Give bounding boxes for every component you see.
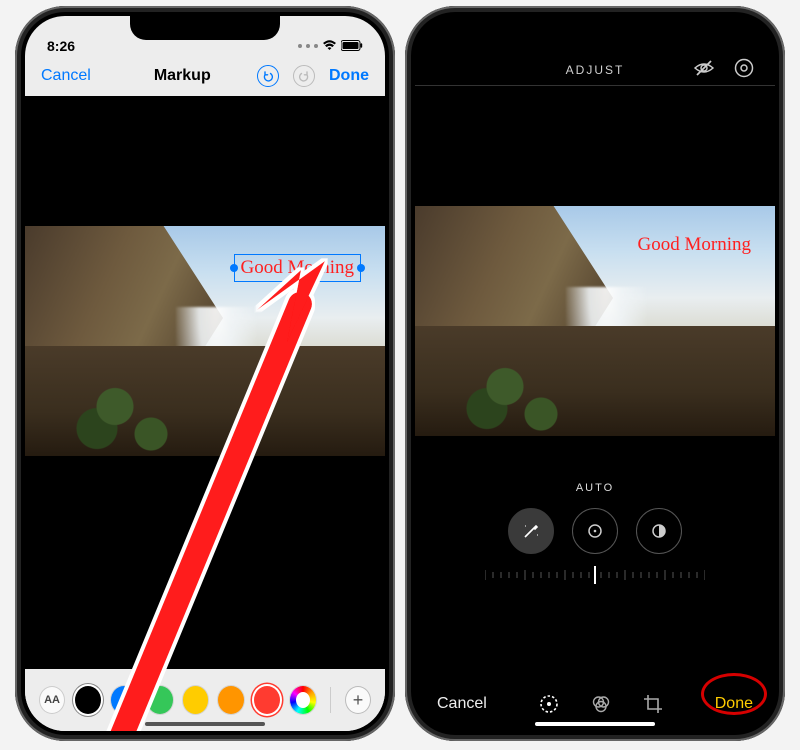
adjust-title: ADJUST	[566, 63, 625, 77]
color-swatch-green[interactable]	[147, 686, 173, 714]
visibility-toggle-icon[interactable]	[693, 57, 715, 79]
cancel-button[interactable]: Cancel	[41, 67, 91, 85]
color-swatch-yellow[interactable]	[183, 686, 209, 714]
done-button[interactable]: Done	[329, 67, 369, 85]
battery-icon	[341, 38, 363, 54]
cancel-button[interactable]: Cancel	[437, 695, 487, 713]
redo-button[interactable]	[293, 65, 315, 87]
home-indicator[interactable]	[145, 722, 265, 726]
text-annotation-box[interactable]: Good Morning	[234, 254, 361, 282]
resize-handle-right[interactable]	[357, 264, 365, 272]
markup-canvas[interactable]: Good Morning	[25, 96, 385, 669]
text-annotation-value: Good Morning	[638, 234, 751, 256]
adjust-tab-icon[interactable]	[536, 691, 562, 717]
notch	[130, 16, 280, 40]
phone-markup: 8:26 Cancel Markup	[15, 6, 395, 741]
brilliance-button[interactable]	[636, 508, 682, 554]
color-swatch-orange[interactable]	[218, 686, 244, 714]
toolbar-divider	[330, 687, 331, 713]
markup-navbar: Cancel Markup Done	[25, 56, 385, 96]
done-button[interactable]: Done	[715, 695, 753, 713]
status-time: 8:26	[47, 38, 75, 54]
markup-title: Markup	[154, 67, 211, 85]
undo-button[interactable]	[257, 65, 279, 87]
filters-tab-icon[interactable]	[588, 691, 614, 717]
text-style-button[interactable]: AA	[39, 686, 65, 714]
adjust-controls-row	[415, 508, 775, 554]
notch	[520, 16, 670, 40]
resize-handle-left[interactable]	[230, 264, 238, 272]
exposure-button[interactable]	[572, 508, 618, 554]
crop-tab-icon[interactable]	[640, 691, 666, 717]
adjust-bottombar: Cancel Done	[415, 691, 775, 717]
adjust-photo[interactable]: Good Morning	[415, 206, 775, 436]
info-icon[interactable]	[733, 57, 755, 79]
status-icons	[298, 38, 363, 54]
adjust-slider[interactable]	[455, 564, 735, 586]
auto-enhance-button[interactable]	[508, 508, 554, 554]
edited-photo[interactable]: Good Morning	[25, 226, 385, 456]
color-swatch-blue[interactable]	[111, 686, 137, 714]
text-annotation-value: Good Morning	[241, 257, 354, 278]
auto-label: AUTO	[415, 482, 775, 494]
color-swatch-black[interactable]	[75, 686, 101, 714]
add-annotation-button[interactable]: +	[345, 686, 371, 714]
screen-adjust: ADJUST Good Morning AUTO	[415, 16, 775, 731]
color-picker-button[interactable]	[290, 686, 316, 714]
home-indicator[interactable]	[535, 722, 655, 726]
wifi-icon	[322, 38, 337, 54]
color-swatch-red[interactable]	[254, 686, 280, 714]
screen-markup: 8:26 Cancel Markup	[25, 16, 385, 731]
phone-adjust: ADJUST Good Morning AUTO	[405, 6, 785, 741]
